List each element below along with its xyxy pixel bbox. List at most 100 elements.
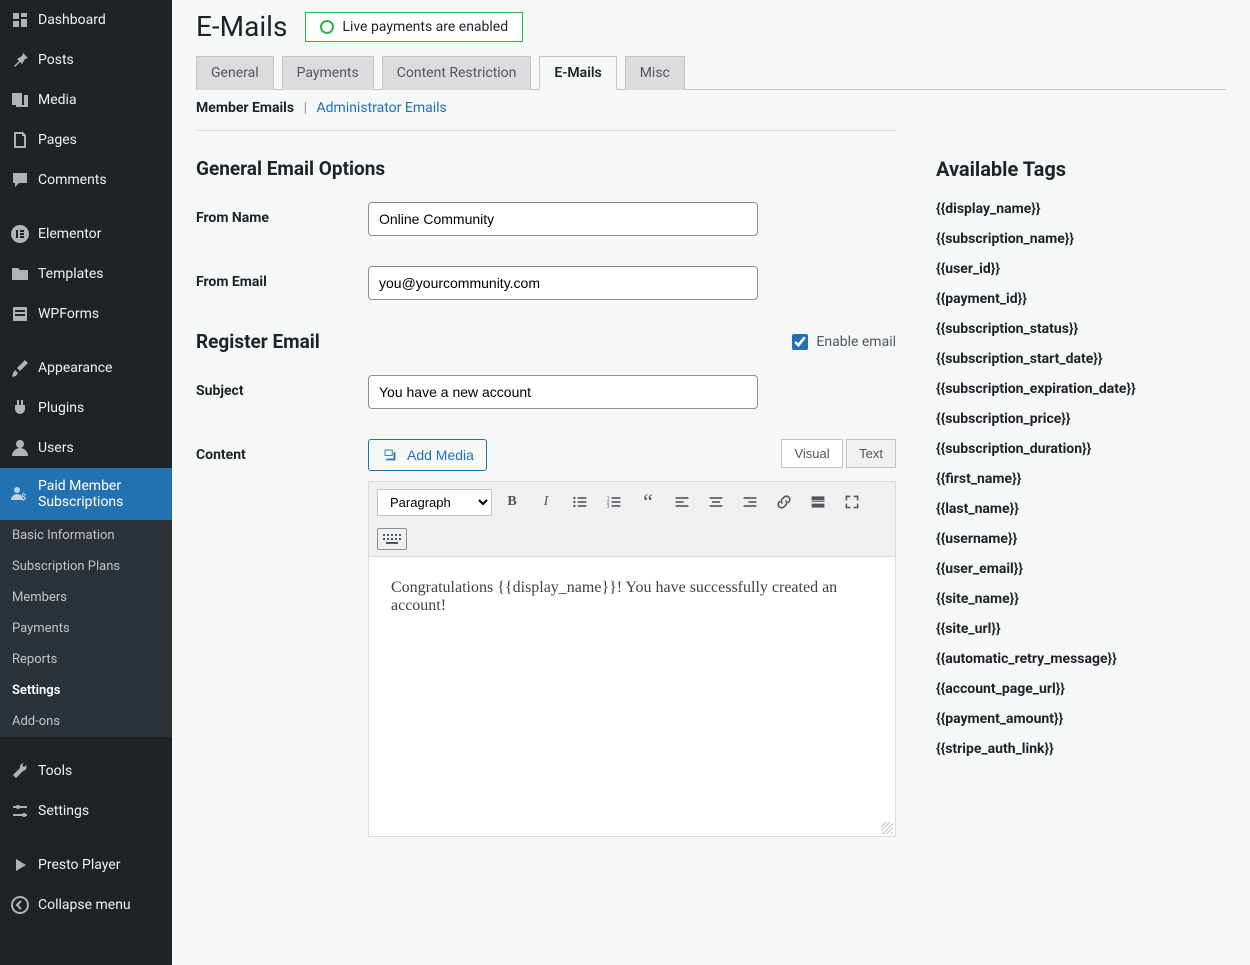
- tag-site-url[interactable]: {{site_url}}: [936, 621, 1216, 637]
- sidebar-item-presto-player[interactable]: Presto Player: [0, 845, 172, 885]
- subnav-admin-emails[interactable]: Administrator Emails: [316, 100, 446, 116]
- tab-content-restriction[interactable]: Content Restriction: [382, 56, 532, 90]
- wrench-icon: [10, 761, 30, 781]
- bullet-list-icon[interactable]: [566, 488, 594, 516]
- status-text: Live payments are enabled: [342, 19, 508, 35]
- media-icon: [381, 446, 399, 464]
- sidebar-item-wpforms[interactable]: WPForms: [0, 294, 172, 334]
- bold-icon[interactable]: B: [498, 488, 526, 516]
- forms-icon: [10, 304, 30, 324]
- tab-general[interactable]: General: [196, 56, 274, 90]
- text-tab-button[interactable]: Text: [846, 439, 896, 468]
- tag-display-name[interactable]: {{display_name}}: [936, 201, 1216, 217]
- fullscreen-icon[interactable]: [838, 488, 866, 516]
- content-label: Content: [196, 439, 368, 463]
- sidebar-item-label: Dashboard: [38, 12, 106, 28]
- tag-site-name[interactable]: {{site_name}}: [936, 591, 1216, 607]
- tag-user-email[interactable]: {{user_email}}: [936, 561, 1216, 577]
- align-left-icon[interactable]: [668, 488, 696, 516]
- sidebar-item-templates[interactable]: Templates: [0, 254, 172, 294]
- register-email-heading: Register Email: [196, 330, 320, 353]
- tab-misc[interactable]: Misc: [625, 56, 685, 90]
- editor-toolbar: Paragraph B I 123 “: [368, 481, 896, 557]
- tag-subscription-status[interactable]: {{subscription_status}}: [936, 321, 1216, 337]
- sidebar-item-label: Settings: [38, 803, 89, 819]
- tag-automatic-retry-message[interactable]: {{automatic_retry_message}}: [936, 651, 1216, 667]
- tag-payment-id[interactable]: {{payment_id}}: [936, 291, 1216, 307]
- sidebar-item-posts[interactable]: Posts: [0, 40, 172, 80]
- sidebar-item-pages[interactable]: Pages: [0, 120, 172, 160]
- tag-payment-amount[interactable]: {{payment_amount}}: [936, 711, 1216, 727]
- tag-stripe-auth-link[interactable]: {{stripe_auth_link}}: [936, 741, 1216, 757]
- subnav-member-emails[interactable]: Member Emails: [196, 100, 294, 116]
- tag-username[interactable]: {{username}}: [936, 531, 1216, 547]
- sidebar-item-paid-member-subscriptions[interactable]: $Paid Member Subscriptions: [0, 468, 172, 520]
- sidebar-item-collapse-menu[interactable]: Collapse menu: [0, 885, 172, 925]
- sidebar-item-settings[interactable]: Settings: [0, 791, 172, 831]
- submenu-item-reports[interactable]: Reports: [0, 644, 172, 675]
- visual-tab-button[interactable]: Visual: [781, 439, 842, 468]
- submenu-item-payments[interactable]: Payments: [0, 613, 172, 644]
- italic-icon[interactable]: I: [532, 488, 560, 516]
- enable-email-checkbox[interactable]: [792, 334, 808, 350]
- live-payments-badge: Live payments are enabled: [305, 12, 523, 42]
- tag-account-page-url[interactable]: {{account_page_url}}: [936, 681, 1216, 697]
- paragraph-select[interactable]: Paragraph: [377, 489, 492, 516]
- sidebar-item-media[interactable]: Media: [0, 80, 172, 120]
- read-more-icon[interactable]: [804, 488, 832, 516]
- link-icon[interactable]: [770, 488, 798, 516]
- tab-e-mails[interactable]: E-Mails: [539, 56, 616, 90]
- brush-icon: [10, 358, 30, 378]
- sidebar-item-label: Tools: [38, 763, 72, 779]
- sidebar-item-label: WPForms: [38, 306, 99, 322]
- general-email-heading: General Email Options: [196, 157, 896, 180]
- submenu-item-basic-information[interactable]: Basic Information: [0, 520, 172, 551]
- sidebar-item-label: Plugins: [38, 400, 84, 416]
- sidebar-item-label: Collapse menu: [38, 897, 131, 913]
- tab-payments[interactable]: Payments: [282, 56, 374, 90]
- sidebar-item-users[interactable]: Users: [0, 428, 172, 468]
- add-media-button[interactable]: Add Media: [368, 439, 487, 471]
- tag-last-name[interactable]: {{last_name}}: [936, 501, 1216, 517]
- status-dot-icon: [320, 20, 334, 34]
- sidebar-item-label: Pages: [38, 132, 77, 148]
- tag-subscription-duration[interactable]: {{subscription_duration}}: [936, 441, 1216, 457]
- align-right-icon[interactable]: [736, 488, 764, 516]
- enable-email-wrap[interactable]: Enable email: [792, 334, 896, 350]
- tag-user-id[interactable]: {{user_id}}: [936, 261, 1216, 277]
- align-center-icon[interactable]: [702, 488, 730, 516]
- sidebar-item-plugins[interactable]: Plugins: [0, 388, 172, 428]
- sidebar-item-tools[interactable]: Tools: [0, 751, 172, 791]
- sidebar-item-label: Elementor: [38, 226, 101, 242]
- tag-subscription-price[interactable]: {{subscription_price}}: [936, 411, 1216, 427]
- user-icon: [10, 438, 30, 458]
- sidebar-submenu: Basic InformationSubscription PlansMembe…: [0, 520, 172, 737]
- content-editor[interactable]: Congratulations {{display_name}}! You ha…: [368, 557, 896, 837]
- tag-subscription-expiration-date[interactable]: {{subscription_expiration_date}}: [936, 381, 1216, 397]
- from-name-input[interactable]: [368, 202, 758, 236]
- sidebar-item-elementor[interactable]: Elementor: [0, 214, 172, 254]
- from-email-input[interactable]: [368, 266, 758, 300]
- submenu-item-add-ons[interactable]: Add-ons: [0, 706, 172, 737]
- submenu-item-settings[interactable]: Settings: [0, 675, 172, 706]
- from-email-label: From Email: [196, 266, 368, 290]
- quote-icon[interactable]: “: [634, 488, 662, 516]
- sidebar-item-comments[interactable]: Comments: [0, 160, 172, 200]
- keyboard-icon[interactable]: [377, 528, 407, 550]
- main-content: E-Mails Live payments are enabled Genera…: [172, 0, 1250, 965]
- submenu-item-members[interactable]: Members: [0, 582, 172, 613]
- tag-first-name[interactable]: {{first_name}}: [936, 471, 1216, 487]
- sidebar-item-appearance[interactable]: Appearance: [0, 348, 172, 388]
- submenu-item-subscription-plans[interactable]: Subscription Plans: [0, 551, 172, 582]
- sidebar-item-dashboard[interactable]: Dashboard: [0, 0, 172, 40]
- tag-subscription-start-date[interactable]: {{subscription_start_date}}: [936, 351, 1216, 367]
- settings-tabs: GeneralPaymentsContent RestrictionE-Mail…: [196, 55, 1226, 90]
- enable-email-label: Enable email: [816, 334, 896, 350]
- sliders-icon: [10, 801, 30, 821]
- tag-subscription-name[interactable]: {{subscription_name}}: [936, 231, 1216, 247]
- presto-icon: [10, 855, 30, 875]
- folder-icon: [10, 264, 30, 284]
- numbered-list-icon[interactable]: 123: [600, 488, 628, 516]
- svg-text:$: $: [21, 492, 26, 503]
- subject-input[interactable]: [368, 375, 758, 409]
